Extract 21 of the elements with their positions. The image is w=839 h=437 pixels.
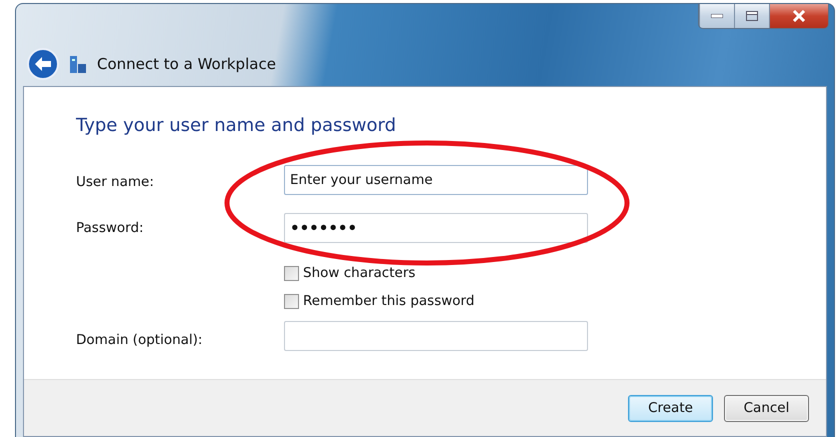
maximize-icon [746,11,758,21]
minimize-icon [711,14,723,18]
close-button[interactable] [769,4,828,28]
network-icon [69,54,87,74]
field-label: Password: [76,220,145,236]
window-title: Connect to a Workplace [97,55,276,73]
maximize-button[interactable] [734,4,769,28]
close-icon [792,10,806,22]
field-label: Domain (optional): [76,331,204,348]
checkbox-label: Remember this password [303,293,474,309]
checkbox[interactable] [284,294,299,308]
field-label: User name: [76,173,155,190]
username-field[interactable]: Enter your username [284,165,588,195]
domain-field[interactable] [284,321,588,351]
password-field[interactable]: ••••••• [284,213,588,243]
minimize-button[interactable] [699,4,734,28]
page-heading: Type your user name and password [76,115,398,136]
checkbox[interactable] [284,266,299,280]
cancel-button[interactable]: Cancel [724,394,809,422]
create-button[interactable]: Create [628,394,713,422]
checkbox-label: Show characters [303,265,416,281]
